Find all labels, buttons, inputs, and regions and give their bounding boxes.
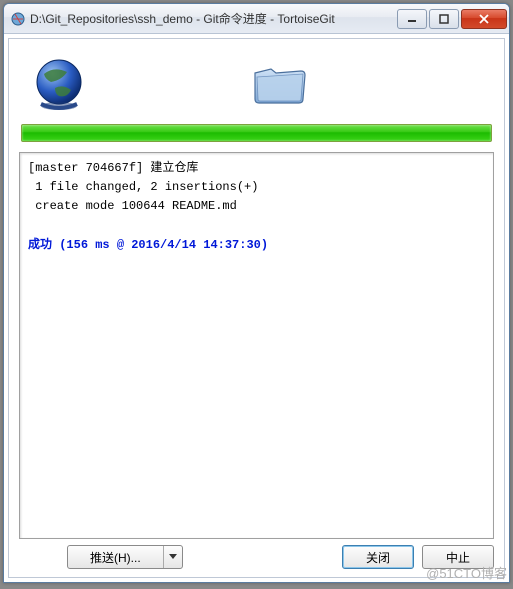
folder-icon: [249, 59, 309, 109]
progress-bar: [21, 124, 492, 142]
output-log[interactable]: [master 704667f] 建立仓库 1 file changed, 2 …: [19, 152, 494, 539]
close-window-button[interactable]: [461, 9, 507, 29]
success-detail: (156 ms @ 2016/4/14 14:37:30): [52, 238, 268, 252]
close-button[interactable]: 关闭: [342, 545, 414, 569]
push-split-button[interactable]: 推送(H)...: [67, 545, 183, 569]
push-button-label[interactable]: 推送(H)...: [68, 546, 164, 568]
app-icon: [10, 11, 26, 27]
icon-row: [19, 45, 494, 119]
log-line: create mode 100644 README.md: [28, 199, 237, 213]
log-line: [master 704667f] 建立仓库: [28, 161, 198, 175]
app-window: D:\Git_Repositories\ssh_demo - Git命令进度 -…: [3, 3, 510, 583]
titlebar[interactable]: D:\Git_Repositories\ssh_demo - Git命令进度 -…: [4, 4, 509, 34]
abort-button[interactable]: 中止: [422, 545, 494, 569]
maximize-button[interactable]: [429, 9, 459, 29]
progress-bar-wrap: [21, 124, 492, 142]
window-controls: [395, 9, 507, 29]
window-title: D:\Git_Repositories\ssh_demo - Git命令进度 -…: [30, 10, 395, 27]
client-area: [master 704667f] 建立仓库 1 file changed, 2 …: [8, 38, 505, 578]
button-row: 推送(H)... 关闭 中止: [19, 539, 494, 569]
minimize-button[interactable]: [397, 9, 427, 29]
log-line: 1 file changed, 2 insertions(+): [28, 180, 258, 194]
success-label: 成功: [28, 238, 52, 252]
globe-icon: [29, 54, 89, 114]
chevron-down-icon[interactable]: [164, 546, 182, 568]
